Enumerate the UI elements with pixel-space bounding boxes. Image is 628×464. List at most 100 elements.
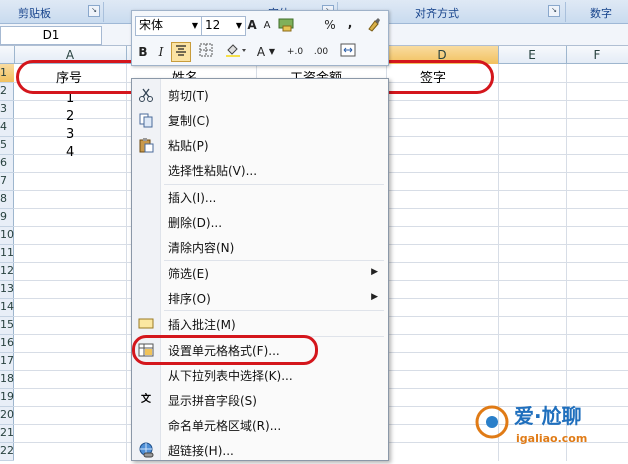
menu-label: 选择性粘贴(V)... [168, 164, 258, 178]
row-header[interactable]: 16 [0, 334, 14, 353]
column-header-f[interactable]: F [566, 46, 628, 64]
font-name-box[interactable]: 宋体 ▼ [135, 16, 202, 36]
center-align-icon[interactable] [171, 42, 191, 62]
percent-style-button[interactable]: % [322, 16, 338, 34]
row-header[interactable]: 20 [0, 406, 14, 425]
select-all-corner[interactable] [0, 46, 15, 64]
italic-button[interactable]: I [154, 43, 168, 61]
watermark-logo: 爱·尬聊 igaliao.com [470, 378, 628, 461]
name-box[interactable]: D1 [0, 26, 102, 45]
ribbon-group-number: 数字 [590, 7, 612, 20]
alignment-launcher-icon[interactable]: ↘ [548, 5, 560, 17]
row-header[interactable]: 6 [0, 154, 14, 173]
borders-icon[interactable] [194, 43, 218, 61]
chevron-down-icon[interactable]: ▼ [192, 17, 198, 34]
menu-label: 排序(O) [168, 292, 211, 306]
mini-toolbar: 宋体 ▼ 12 ▼ A A % , B I A ▼ +.0 .00 [131, 10, 389, 66]
fill-color-icon[interactable] [222, 43, 250, 61]
font-size-value: 12 [205, 18, 221, 32]
grow-font-button[interactable]: A [245, 16, 259, 34]
menu-label: 剪切(T) [168, 89, 209, 103]
row-header[interactable]: 11 [0, 244, 14, 263]
row-header[interactable]: 7 [0, 172, 14, 191]
row-header[interactable]: 21 [0, 424, 14, 443]
menu-item-delete[interactable]: 删除(D)... [132, 211, 388, 234]
increase-decimal-button[interactable]: +.0 [283, 43, 307, 61]
chevron-right-icon: ▶ [371, 292, 378, 302]
menu-label: 筛选(E) [168, 267, 209, 281]
row-header[interactable]: 2 [0, 82, 14, 101]
menu-item-insert[interactable]: 插入(I)... [132, 186, 388, 209]
chevron-right-icon: ▶ [371, 267, 378, 277]
phonetic-icon: 文 [141, 394, 151, 405]
group-divider [565, 2, 566, 22]
row-header[interactable]: 10 [0, 226, 14, 245]
row-header[interactable]: 4 [0, 118, 14, 137]
row-header[interactable]: 13 [0, 280, 14, 299]
menu-label: 粘贴(P) [168, 139, 209, 153]
merge-center-icon[interactable] [338, 43, 358, 61]
menu-item-cut[interactable]: 剪切(T) [132, 84, 388, 107]
format-cells-highlight [132, 335, 318, 365]
row-header[interactable]: 15 [0, 316, 14, 335]
menu-item-sort[interactable]: 排序(O) ▶ [132, 287, 388, 310]
menu-label: 删除(D)... [168, 216, 223, 230]
decrease-decimal-button[interactable]: .00 [309, 43, 333, 61]
hyperlink-icon [138, 442, 154, 458]
chevron-down-icon[interactable]: ▼ [268, 43, 276, 61]
bold-button[interactable]: B [135, 43, 151, 61]
chevron-down-icon[interactable]: ▼ [236, 17, 242, 34]
menu-label: 插入(I)... [168, 191, 217, 205]
cell-a5[interactable]: 4 [66, 145, 74, 160]
font-color-button[interactable]: A [254, 43, 268, 61]
row-header[interactable]: 5 [0, 136, 14, 155]
row-header[interactable]: 17 [0, 352, 14, 371]
menu-label: 超链接(H)... [168, 444, 234, 458]
paste-icon [138, 137, 154, 153]
menu-separator [164, 310, 384, 311]
menu-item-clear-contents[interactable]: 清除内容(N) [132, 236, 388, 259]
cell-a3[interactable]: 2 [66, 109, 74, 124]
menu-item-phonetic[interactable]: 文 显示拼音字段(S) [132, 389, 388, 412]
menu-separator [164, 260, 384, 261]
comment-icon [138, 316, 154, 332]
ribbon-group-clipboard: 剪贴板 [18, 7, 51, 20]
row-header[interactable]: 19 [0, 388, 14, 407]
column-header-e[interactable]: E [498, 46, 567, 64]
menu-item-paste-special[interactable]: 选择性粘贴(V)... [132, 159, 388, 182]
row-header[interactable]: 1 [0, 64, 14, 83]
context-menu: 剪切(T) 复制(C) 粘贴(P) 选择性粘贴(V)... 插入(I)... 删… [131, 78, 389, 461]
row-header[interactable]: 12 [0, 262, 14, 281]
menu-item-copy[interactable]: 复制(C) [132, 109, 388, 132]
menu-label: 显示拼音字段(S) [168, 394, 257, 408]
menu-label: 从下拉列表中选择(K)... [168, 369, 293, 383]
menu-item-filter[interactable]: 筛选(E) ▶ [132, 262, 388, 285]
row-header[interactable]: 18 [0, 370, 14, 389]
menu-separator [164, 184, 384, 185]
scissors-icon [138, 87, 154, 103]
menu-item-name-range[interactable]: 命名单元格区域(R)... [132, 414, 388, 437]
menu-label: 复制(C) [168, 114, 210, 128]
row-header-column: 1 2 3 4 5 6 7 8 9 10 11 12 13 14 15 16 1… [0, 64, 14, 461]
row-header[interactable]: 3 [0, 100, 14, 119]
format-painter-icon[interactable] [364, 16, 384, 34]
row-header[interactable]: 9 [0, 208, 14, 227]
row-header[interactable]: 14 [0, 298, 14, 317]
menu-item-insert-comment[interactable]: 插入批注(M) [132, 313, 388, 336]
group-divider [103, 2, 104, 22]
cell-a4[interactable]: 3 [66, 127, 74, 142]
menu-item-pick-from-list[interactable]: 从下拉列表中选择(K)... [132, 364, 388, 387]
number-format-icon[interactable] [277, 16, 297, 34]
clipboard-launcher-icon[interactable]: ↘ [88, 5, 100, 17]
menu-item-paste[interactable]: 粘贴(P) [132, 134, 388, 157]
watermark-brand: 爱·尬聊 [514, 404, 582, 428]
menu-label: 命名单元格区域(R)... [168, 419, 282, 433]
copy-icon [138, 112, 154, 128]
row-header[interactable]: 22 [0, 442, 14, 461]
shrink-font-button[interactable]: A [261, 17, 273, 35]
menu-item-hyperlink[interactable]: 超链接(H)... [132, 439, 388, 462]
font-size-box[interactable]: 12 ▼ [201, 16, 246, 36]
row-header[interactable]: 8 [0, 190, 14, 209]
comma-style-button[interactable]: , [345, 14, 355, 32]
ribbon-group-alignment: 对齐方式 [415, 7, 459, 20]
